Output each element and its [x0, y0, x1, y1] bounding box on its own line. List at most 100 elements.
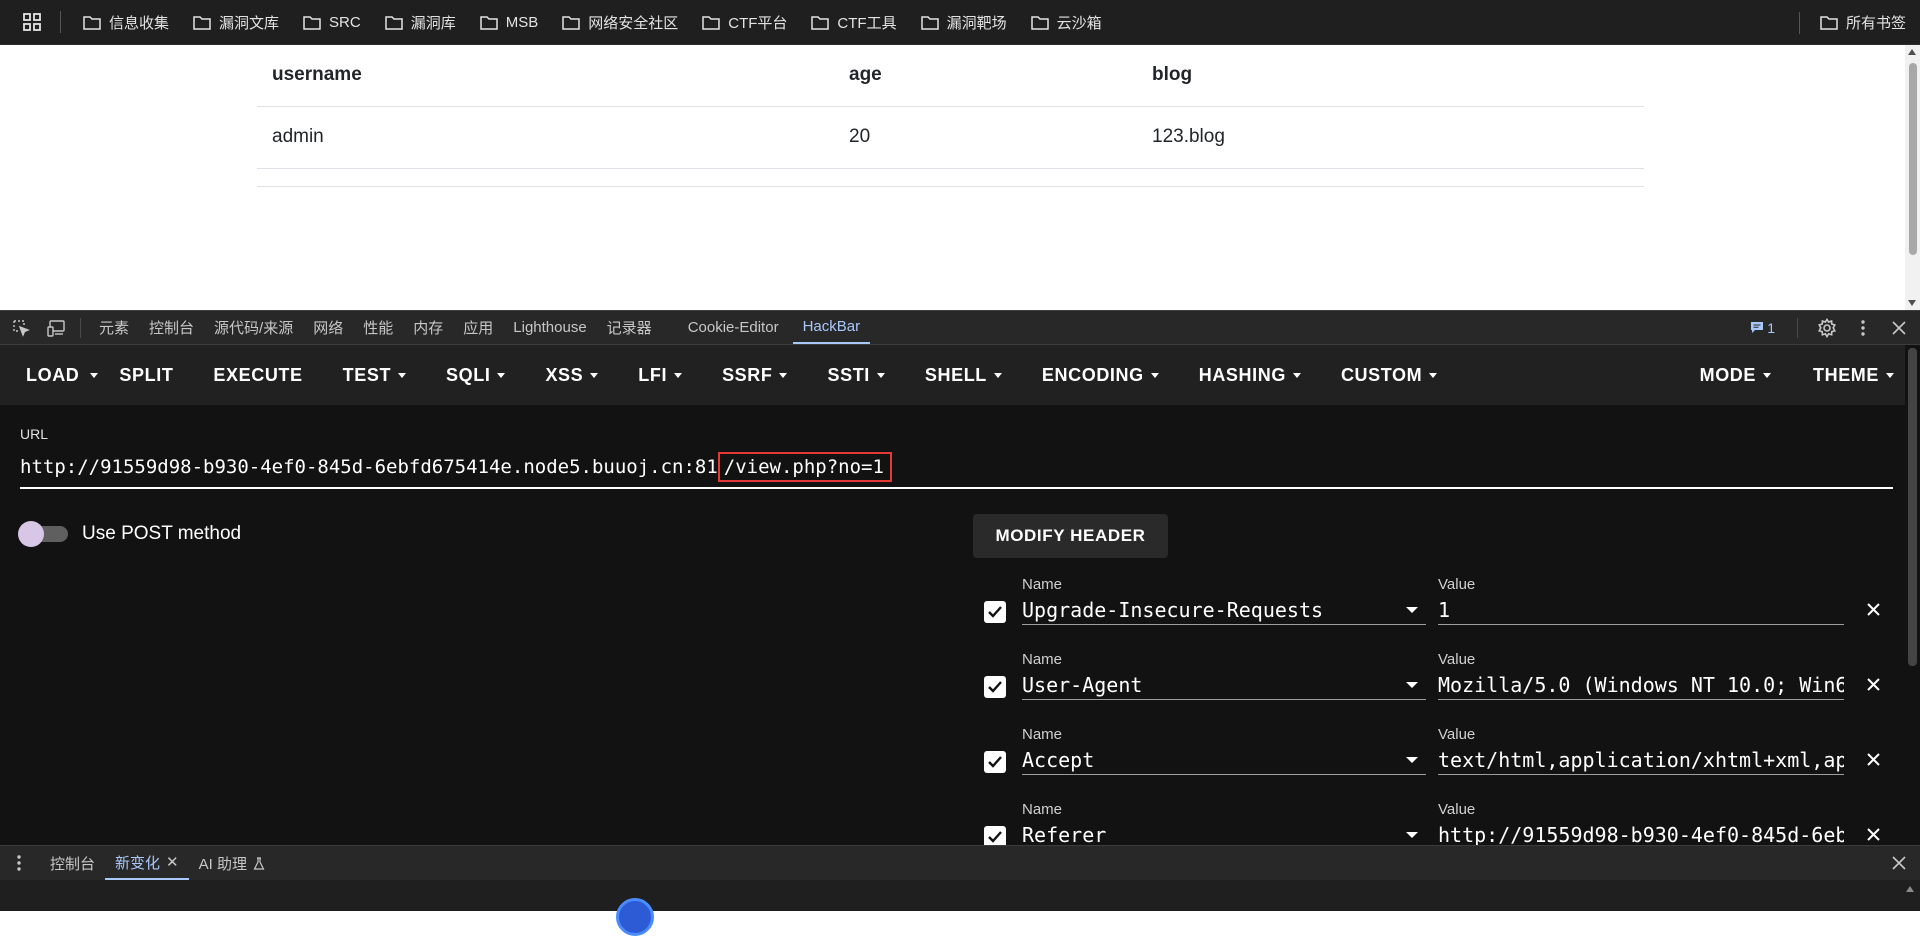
header-value-input[interactable]: Value http://91559d98-b930-4ef0-845d-6eb…	[1438, 798, 1844, 845]
bookmark-folder[interactable]: CTF工具	[801, 7, 906, 37]
bookmark-folder[interactable]: 云沙箱	[1021, 7, 1112, 37]
more-options-icon[interactable]	[1848, 319, 1878, 336]
hackbar-scrollbar[interactable]	[1905, 345, 1920, 845]
folder-icon	[193, 15, 211, 30]
drawer-tab-whats-new[interactable]: 新变化 ✕	[105, 846, 189, 880]
tab-network[interactable]: 网络	[303, 311, 353, 344]
shell-menu-button[interactable]: SHELL	[909, 345, 1018, 405]
tab-application[interactable]: 应用	[453, 311, 503, 344]
ssti-menu-button[interactable]: SSTI	[811, 345, 900, 405]
header-value-text: Mozilla/5.0 (Windows NT 10.0; Win64	[1438, 673, 1844, 697]
mode-label: MODE	[1699, 364, 1756, 385]
bookmark-folder[interactable]: 网络安全社区	[552, 7, 688, 37]
hackbar-panel: URL http://91559d98-b930-4ef0-845d-6ebfd…	[0, 405, 1905, 845]
tab-console[interactable]: 控制台	[139, 311, 204, 344]
close-drawer-icon[interactable]	[1884, 855, 1914, 870]
header-enabled-checkbox[interactable]	[984, 601, 1006, 623]
remove-header-icon[interactable]	[1861, 822, 1885, 845]
tab-performance[interactable]: 性能	[353, 311, 403, 344]
hashing-menu-button[interactable]: HASHING	[1183, 345, 1317, 405]
tab-lighthouse[interactable]: Lighthouse	[503, 311, 596, 344]
ssrf-menu-button[interactable]: SSRF	[706, 345, 803, 405]
tab-recorder[interactable]: 记录器	[597, 311, 662, 344]
header-row: Name User-Agent Value Mozilla/5.0 (Windo…	[984, 648, 1884, 723]
modify-header-label: MODIFY HEADER	[995, 526, 1146, 545]
header-name-value: Accept	[1022, 748, 1095, 772]
bookmark-folder[interactable]: 信息收集	[73, 7, 179, 37]
header-value-input[interactable]: Value text/html,application/xhtml+xml,ap…	[1438, 723, 1844, 775]
issues-badge[interactable]: 1	[1750, 320, 1775, 336]
close-tab-icon[interactable]: ✕	[166, 853, 179, 871]
bookmark-folder[interactable]: 漏洞文库	[183, 7, 289, 37]
scrollbar-thumb[interactable]	[1909, 63, 1917, 255]
header-name-select[interactable]: Name Upgrade-Insecure-Requests	[1022, 573, 1426, 625]
toggle-knob[interactable]	[18, 521, 44, 547]
theme-menu-button[interactable]: THEME	[1797, 345, 1910, 405]
scroll-down-arrow-icon[interactable]	[1908, 300, 1916, 306]
header-value-input[interactable]: Value Mozilla/5.0 (Windows NT 10.0; Win6…	[1438, 648, 1844, 700]
url-input[interactable]: http://91559d98-b930-4ef0-845d-6ebfd6754…	[20, 447, 1893, 489]
bookmark-folder[interactable]: MSB	[470, 7, 549, 37]
remove-header-icon[interactable]	[1861, 672, 1885, 696]
remove-header-icon[interactable]	[1861, 597, 1885, 621]
execute-button[interactable]: EXECUTE	[197, 345, 318, 405]
header-name-select[interactable]: Name Accept	[1022, 723, 1426, 775]
scrollbar-thumb[interactable]	[1908, 348, 1917, 666]
chevron-down-icon[interactable]	[1406, 607, 1418, 613]
bookmarks-bar: 信息收集 漏洞文库 SRC 漏洞库 MSB 网络安全社区 CTF平台 CTF工具…	[0, 0, 1920, 45]
gear-icon[interactable]	[1812, 317, 1842, 338]
chevron-down-icon	[779, 372, 788, 378]
page-scrollbar[interactable]	[1905, 45, 1920, 310]
remove-header-icon[interactable]	[1861, 747, 1885, 771]
load-label: LOAD	[26, 364, 80, 385]
bookmark-label: MSB	[505, 13, 539, 31]
header-enabled-checkbox[interactable]	[984, 676, 1006, 698]
url-base-text: http://91559d98-b930-4ef0-845d-6ebfd6754…	[20, 456, 718, 478]
tab-memory[interactable]: 内存	[403, 311, 453, 344]
header-enabled-checkbox[interactable]	[984, 751, 1006, 773]
header-name-select[interactable]: Name Referer	[1022, 798, 1426, 845]
chevron-down-icon[interactable]	[1406, 757, 1418, 763]
modify-header-button[interactable]: MODIFY HEADER	[973, 514, 1168, 558]
bookmark-folder[interactable]: 漏洞靶场	[911, 7, 1017, 37]
tab-sources[interactable]: 源代码/来源	[204, 311, 303, 344]
xss-menu-button[interactable]: XSS	[529, 345, 614, 405]
drawer-tab-console[interactable]: 控制台	[40, 846, 105, 880]
scroll-up-arrow-icon[interactable]	[1906, 886, 1914, 892]
post-method-toggle[interactable]: Use POST method	[18, 521, 242, 547]
custom-menu-button[interactable]: CUSTOM	[1325, 345, 1453, 405]
header-enabled-checkbox[interactable]	[984, 826, 1006, 845]
inspect-element-icon[interactable]	[6, 319, 36, 337]
toggle-track[interactable]	[18, 521, 68, 547]
chevron-down-icon[interactable]	[1406, 682, 1418, 688]
lfi-menu-button[interactable]: LFI	[622, 345, 698, 405]
tab-hackbar[interactable]: HackBar	[792, 311, 871, 344]
mode-menu-button[interactable]: MODE	[1684, 345, 1787, 405]
bookmark-label: 信息收集	[109, 14, 170, 32]
sqli-menu-button[interactable]: SQLI	[430, 345, 521, 405]
tab-elements[interactable]: 元素	[89, 311, 139, 344]
theme-label: THEME	[1813, 364, 1879, 385]
all-bookmarks-folder[interactable]: 所有书签	[1810, 8, 1916, 38]
device-toolbar-icon[interactable]	[42, 319, 72, 337]
ssrf-label: SSRF	[722, 364, 773, 385]
split-button[interactable]: SPLIT	[103, 345, 189, 405]
folder-icon	[811, 15, 830, 30]
scroll-up-arrow-icon[interactable]	[1908, 49, 1916, 55]
chevron-down-icon[interactable]	[1406, 832, 1418, 838]
bookmark-folder[interactable]: 漏洞库	[375, 7, 466, 37]
drawer-tab-ai-assistance[interactable]: AI 助理	[189, 846, 275, 880]
bookmark-folder[interactable]: SRC	[293, 7, 371, 37]
bookmark-folder[interactable]: CTF平台	[692, 7, 797, 37]
tab-cookie-editor[interactable]: Cookie-Editor	[678, 311, 789, 344]
chevron-down-icon	[398, 372, 407, 378]
test-menu-button[interactable]: TEST	[327, 345, 422, 405]
encoding-menu-button[interactable]: ENCODING	[1026, 345, 1175, 405]
drawer-menu-icon[interactable]	[4, 855, 34, 871]
post-method-label: Use POST method	[82, 523, 242, 544]
close-devtools-icon[interactable]	[1884, 320, 1914, 335]
header-name-select[interactable]: Name User-Agent	[1022, 648, 1426, 700]
header-value-input[interactable]: Value 1	[1438, 573, 1844, 625]
apps-grid-icon[interactable]	[16, 13, 48, 31]
folder-icon	[1030, 15, 1049, 30]
